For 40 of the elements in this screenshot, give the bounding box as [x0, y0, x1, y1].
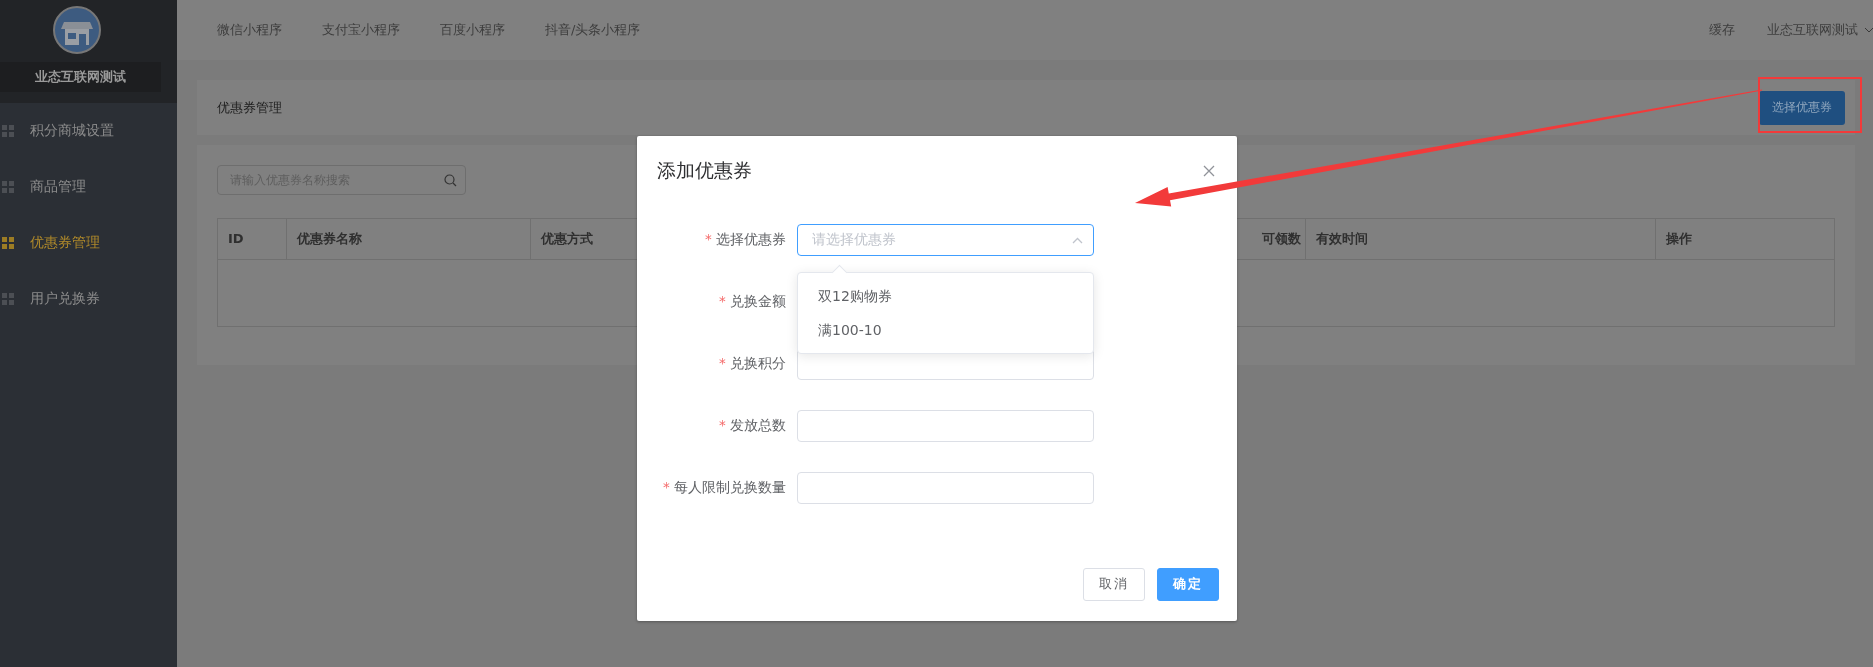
dropdown-option[interactable]: 满100-10 [798, 313, 1093, 347]
column-header: 有效时间 [1306, 219, 1656, 259]
field-label: * 兑换金额 [717, 293, 787, 311]
select-placeholder: 请选择优惠券 [812, 231, 896, 249]
sidebar-item[interactable]: 积分商城设置 [0, 103, 177, 159]
select-coupon-button[interactable]: 选择优惠券 [1759, 90, 1845, 125]
chevron-icon [1072, 236, 1083, 244]
confirm-button[interactable]: 确定 [1157, 568, 1219, 601]
column-header: 优惠券名称 [287, 219, 531, 259]
nav-link[interactable]: 抖音/头条小程序 [525, 21, 661, 39]
page-title: 优惠券管理 [217, 98, 282, 117]
sidebar-item[interactable]: 用户兑换券 [0, 271, 177, 327]
column-header: ID [218, 219, 287, 259]
column-header: 操作 [1665, 230, 1693, 248]
brand-name: 业态互联网测试 [0, 62, 161, 92]
dialog-title: 添加优惠券 [657, 158, 752, 183]
coupon-select[interactable]: 请选择优惠券 [797, 224, 1094, 256]
input-field[interactable] [797, 410, 1094, 442]
cache-link[interactable]: 缓存 [1689, 21, 1755, 39]
sidebar-item[interactable]: 优惠券管理 [0, 215, 177, 271]
grid-icon [2, 293, 14, 305]
field-label: * 选择优惠券 [703, 231, 787, 249]
search-icon [444, 174, 457, 187]
user-menu[interactable]: 业态互联网测试 [1755, 21, 1858, 39]
cancel-button[interactable]: 取消 [1083, 568, 1145, 601]
grid-icon [2, 237, 14, 249]
nav-link[interactable]: 支付宝小程序 [302, 21, 420, 39]
grid-icon [2, 125, 14, 137]
field-label: * 发放总数 [717, 417, 787, 435]
nav-link[interactable]: 微信小程序 [197, 21, 302, 39]
caret-icon [1865, 27, 1873, 33]
grid-icon [2, 181, 14, 193]
nav-link[interactable]: 百度小程序 [420, 21, 525, 39]
input-field[interactable] [797, 472, 1094, 504]
dropdown-option[interactable]: 双12购物券 [798, 279, 1093, 313]
shop-logo-icon [53, 6, 101, 54]
field-label: * 兑换积分 [717, 355, 787, 373]
sidebar-item[interactable]: 商品管理 [0, 159, 177, 215]
field-label: * 每人限制兑换数量 [661, 479, 787, 497]
close-icon[interactable] [1203, 165, 1215, 177]
